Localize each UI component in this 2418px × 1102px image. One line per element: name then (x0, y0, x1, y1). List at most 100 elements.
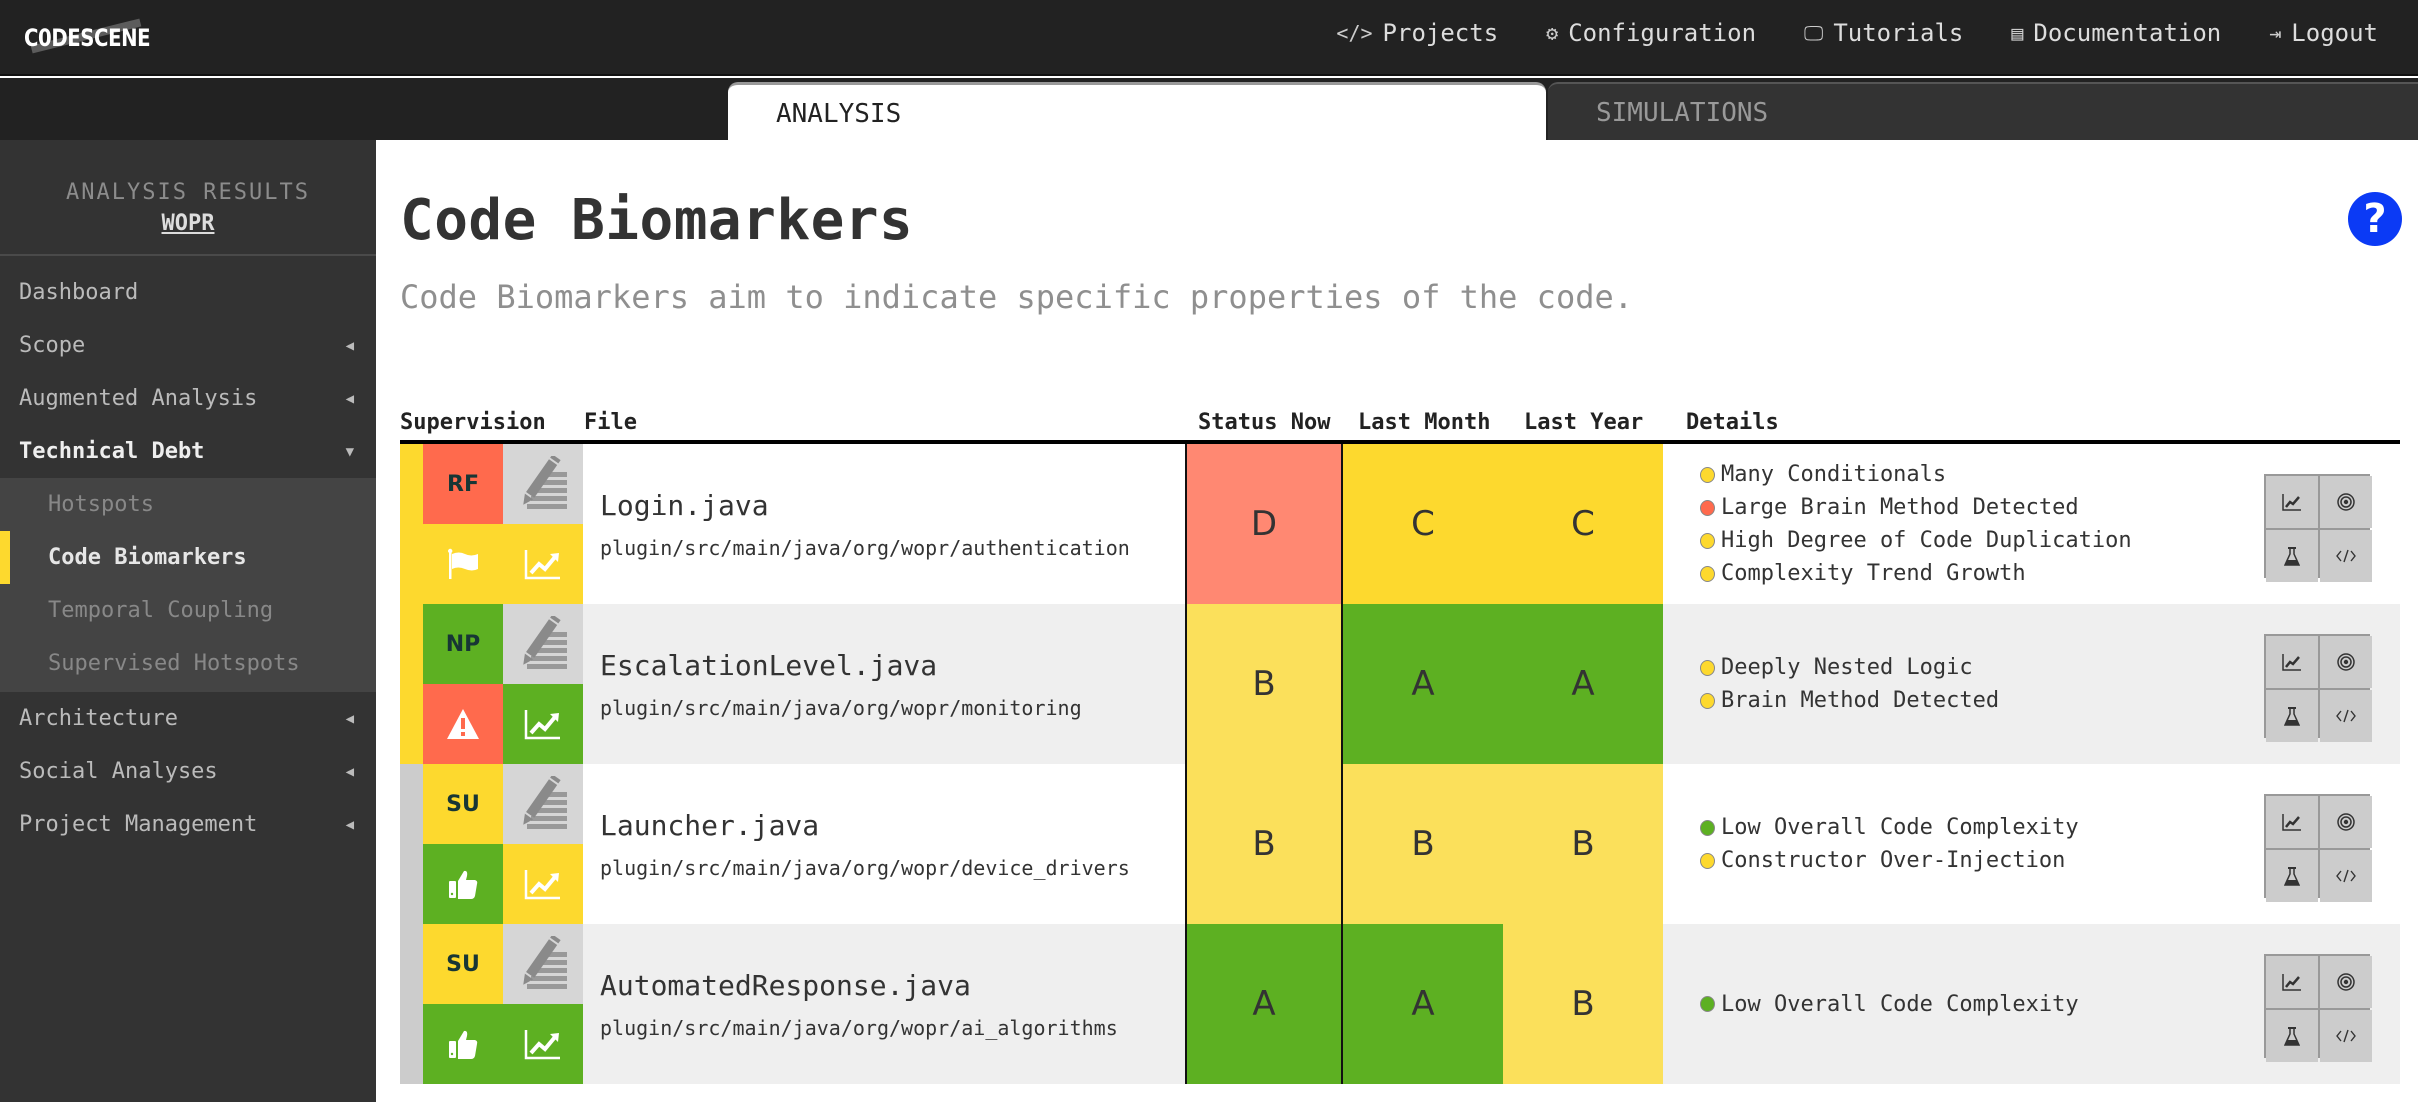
supervision-code-badge[interactable]: NP (423, 604, 503, 684)
file-path: plugin/src/main/java/org/wopr/ai_algorit… (600, 1015, 1118, 1040)
detail-text: Large Brain Method Detected (1721, 495, 2079, 520)
project-name-link[interactable]: WOPR (162, 211, 215, 236)
sidebar-item-temporal-coupling[interactable]: Temporal Coupling (0, 584, 376, 637)
tab-analysis[interactable]: ANALYSIS (728, 82, 1546, 140)
nav-logout[interactable]: ⇥ Logout (2269, 19, 2378, 47)
table-row: NP EscalationLevel.java plugin/src/main/ja… (400, 604, 2400, 764)
sidebar-item-supervised-hotspots[interactable]: Supervised Hotspots (0, 637, 376, 690)
detail-item: Low Overall Code Complexity (1700, 815, 2079, 840)
details-list: Many Conditionals Large Brain Method Dete… (1700, 444, 2132, 604)
file-name-link[interactable]: Login.java (600, 489, 1130, 522)
sidebar-item-augmented-analysis[interactable]: Augmented Analysis ◀ (0, 372, 376, 425)
grade-last-year: A (1503, 604, 1663, 764)
file-cell: AutomatedResponse.java plugin/src/main/ja… (600, 924, 1118, 1084)
sidebar-item-hotspots[interactable]: Hotspots (0, 478, 376, 531)
severity-dot-yellow (1700, 532, 1715, 549)
trend-goal-icon[interactable] (503, 844, 583, 924)
help-icon[interactable]: ? (2348, 192, 2402, 246)
supervision-code-badge[interactable]: RF (423, 444, 503, 524)
detail-text: Constructor Over-Injection (1721, 848, 2066, 873)
trend-goal-icon[interactable] (503, 1004, 583, 1084)
target-icon[interactable] (2320, 636, 2372, 688)
target-icon[interactable] (2320, 476, 2372, 528)
code-icon[interactable] (2320, 850, 2372, 902)
file-name-link[interactable]: AutomatedResponse.java (600, 969, 1118, 1002)
nav-configuration[interactable]: ⚙ Configuration (1546, 19, 1756, 47)
code-icon[interactable] (2320, 530, 2372, 582)
grade-last-year: C (1503, 444, 1663, 604)
nav-documentation[interactable]: ▤ Documentation (2011, 19, 2221, 47)
severity-dot-yellow (1700, 852, 1715, 869)
trend-goal-icon[interactable] (503, 524, 583, 604)
tab-simulations[interactable]: SIMULATIONS (1548, 82, 2418, 140)
top-nav-links: </> Projects ⚙ Configuration 🖵 Tutorials ▤ Docu… (1336, 0, 2378, 66)
code-icon[interactable] (2320, 690, 2372, 742)
file-path: plugin/src/main/java/org/wopr/authentica… (600, 535, 1130, 560)
supervision-status-strip (400, 924, 423, 1084)
trend-chart-icon[interactable] (2266, 796, 2318, 848)
detail-item: Brain Method Detected (1700, 688, 1999, 713)
severity-dot-yellow (1700, 659, 1715, 676)
grade-status-now: B (1185, 604, 1343, 764)
notes-icon[interactable] (503, 444, 583, 524)
grade-last-month: C (1343, 444, 1503, 604)
header-status-now[interactable]: Status Now (1198, 410, 1330, 435)
flask-icon[interactable] (2266, 690, 2318, 742)
file-path: plugin/src/main/java/org/wopr/monitoring (600, 695, 1082, 720)
grade-last-year: B (1503, 924, 1663, 1084)
warning-icon[interactable] (423, 684, 503, 764)
file-name-link[interactable]: EscalationLevel.java (600, 649, 1082, 682)
nav-projects[interactable]: </> Projects (1336, 19, 1498, 47)
sidebar-item-label: Scope (19, 333, 86, 358)
flask-icon[interactable] (2266, 1010, 2318, 1062)
detail-item: Low Overall Code Complexity (1700, 992, 2079, 1017)
table-header: Supervision File Status Now Last Month L… (400, 408, 2400, 444)
notes-icon[interactable] (503, 604, 583, 684)
supervision-code-badge[interactable]: SU (423, 764, 503, 844)
sidebar-item-technical-debt[interactable]: Technical Debt ▼ (0, 425, 376, 478)
sidebar: ANALYSIS RESULTS WOPR Dashboard Scope ◀ Aug… (0, 140, 376, 1102)
caret-left-icon: ◀ (345, 816, 354, 833)
sidebar-item-dashboard[interactable]: Dashboard (0, 266, 376, 319)
file-name-link[interactable]: Launcher.java (600, 809, 1130, 842)
trend-chart-icon[interactable] (2266, 956, 2318, 1008)
target-icon[interactable] (2320, 796, 2372, 848)
notes-icon[interactable] (503, 924, 583, 1004)
flask-icon[interactable] (2266, 850, 2318, 902)
grade-status-now: B (1185, 764, 1343, 924)
code-icon[interactable] (2320, 1010, 2372, 1062)
trend-chart-icon[interactable] (2266, 636, 2318, 688)
caret-left-icon: ◀ (345, 763, 354, 780)
sidebar-item-label: Technical Debt (19, 439, 205, 464)
flask-icon[interactable] (2266, 530, 2318, 582)
trend-chart-icon[interactable] (2266, 476, 2318, 528)
sidebar-header: ANALYSIS RESULTS WOPR (0, 140, 376, 256)
thumbs-up-icon[interactable] (423, 844, 503, 924)
row-actions (2264, 474, 2372, 582)
sidebar-item-label: Augmented Analysis (19, 386, 258, 411)
header-details: Details (1686, 410, 1779, 435)
supervision-code-badge[interactable]: SU (423, 924, 503, 1004)
header-file[interactable]: File (584, 410, 637, 435)
biomarkers-table: Supervision File Status Now Last Month L… (400, 408, 2400, 1084)
notes-icon[interactable] (503, 764, 583, 844)
page-title: Code Biomarkers (400, 188, 914, 253)
sidebar-item-project-management[interactable]: Project Management ◀ (0, 798, 376, 851)
detail-text: Many Conditionals (1721, 462, 1947, 487)
header-supervision[interactable]: Supervision (400, 410, 546, 435)
sidebar-item-scope[interactable]: Scope ◀ (0, 319, 376, 372)
flag-icon[interactable] (423, 524, 503, 604)
target-icon[interactable] (2320, 956, 2372, 1008)
nav-tutorials[interactable]: 🖵 Tutorials (1804, 19, 1963, 47)
details-list: Deeply Nested Logic Brain Method Detected (1700, 604, 1999, 764)
file-cell: EscalationLevel.java plugin/src/main/java… (600, 604, 1082, 764)
header-last-year[interactable]: Last Year (1524, 410, 1643, 435)
sidebar-item-code-biomarkers[interactable]: Code Biomarkers (0, 531, 376, 584)
trend-goal-icon[interactable] (503, 684, 583, 764)
sidebar-item-social-analyses[interactable]: Social Analyses ◀ (0, 745, 376, 798)
thumbs-up-icon[interactable] (423, 1004, 503, 1084)
code-icon: </> (1336, 21, 1373, 45)
sidebar-item-architecture[interactable]: Architecture ◀ (0, 692, 376, 745)
header-last-month[interactable]: Last Month (1358, 410, 1490, 435)
supervision-status-strip (400, 444, 423, 604)
